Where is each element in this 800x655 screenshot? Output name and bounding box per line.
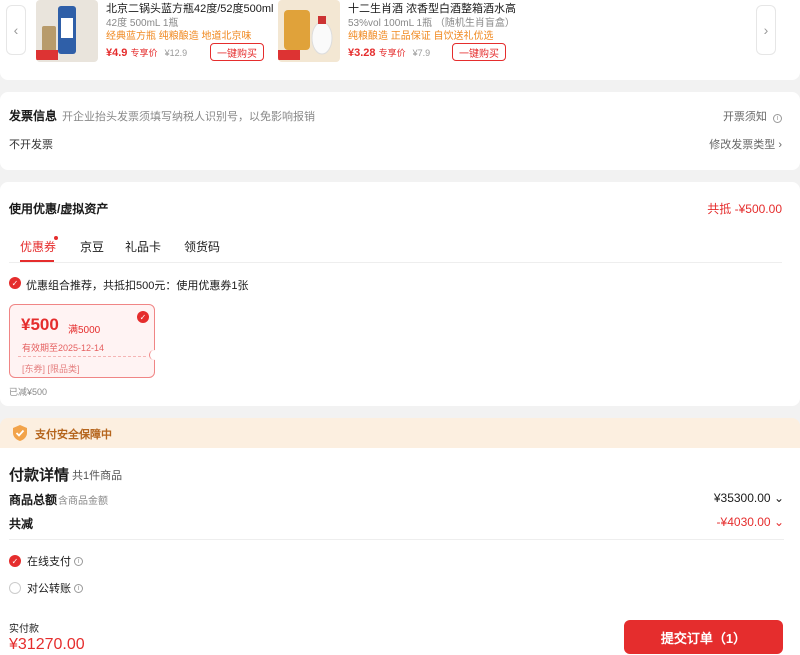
product-price: ¥4.9 专享价 ¥12.9 (106, 46, 187, 59)
tab-coupons[interactable]: 优惠券 (20, 238, 56, 255)
new-dot (54, 236, 58, 240)
product-image[interactable] (36, 0, 98, 62)
divider (9, 539, 784, 540)
radio-selected-icon: ✓ (9, 555, 21, 567)
invoice-notice-label: 开票须知 (722, 111, 767, 123)
paid-value: ¥31270.00 (9, 636, 85, 653)
original-price: ¥12.9 (164, 48, 188, 58)
goods-total-amount: ¥35300.00 (713, 491, 771, 505)
modify-invoice-label: 修改发票类型 (709, 139, 776, 151)
recommended-products: ‹ 北京二锅头蓝方瓶42度/52度500ml 42度 500mL 1瓶 经典蓝方… (0, 0, 800, 80)
product-tags: 纯粮酿造 正品保证 自饮送礼优选 (348, 31, 494, 42)
chevron-left-icon: ‹ (13, 22, 19, 38)
coupon-notch (149, 350, 159, 360)
submit-order-button[interactable]: 提交订单（1） (624, 620, 783, 654)
check-icon[interactable]: ✓ (9, 277, 21, 289)
coupon-amount: ¥500 (21, 315, 59, 334)
tab-gift-cards[interactable]: 礼品卡 (125, 238, 161, 255)
discount-label: 共减 (9, 517, 34, 531)
discount-value[interactable]: -¥4030.00 ⌄ (717, 515, 784, 529)
invoice-section: 发票信息 开企业抬头发票须填写纳税人识别号，以免影响报销 开票须知 i 不开发票… (0, 92, 800, 170)
invoice-status: 不开发票 (9, 139, 53, 151)
total-deduction: 共抵 -¥500.00 (707, 202, 782, 216)
info-icon[interactable]: i (74, 556, 83, 566)
prev-arrow-button[interactable]: ‹ (6, 5, 26, 55)
chevron-right-icon: › (763, 22, 769, 38)
security-text: 支付安全保障中 (35, 429, 112, 441)
coupon-divider (18, 356, 146, 357)
invoice-notice-link[interactable]: 开票须知 i (723, 108, 782, 124)
coupons-title: 使用优惠/虚拟资产 (9, 202, 109, 216)
paid-label: 实付款 (9, 624, 39, 635)
pay-option-online[interactable]: ✓ 在线支付 i (9, 553, 83, 569)
item-count: 共1件商品 (72, 470, 123, 482)
info-icon: i (773, 114, 782, 123)
original-price: ¥7.9 (412, 48, 431, 58)
goods-total-sub: 含商品金额 (58, 496, 108, 507)
info-icon[interactable]: i (74, 583, 83, 593)
invoice-title: 发票信息 (9, 109, 58, 123)
tab-redeem-codes[interactable]: 领货码 (184, 238, 220, 255)
coupon-card[interactable]: ¥500 满5000 ✓ 有效期至2025-12-14 [东券] [限品类] (9, 304, 159, 378)
product-card[interactable]: 北京二锅头蓝方瓶42度/52度500ml 42度 500mL 1瓶 经典蓝方瓶 … (36, 0, 286, 64)
price-label: 专享价 (130, 48, 158, 58)
next-arrow-button[interactable]: › (756, 5, 776, 55)
price-label: 专享价 (378, 48, 406, 58)
payment-title: 付款详情 (9, 467, 70, 484)
tab-jd-beans[interactable]: 京豆 (80, 238, 104, 255)
goods-total-value[interactable]: ¥35300.00 ⌄ (714, 491, 784, 505)
one-click-buy-button[interactable]: 一键购买 (452, 43, 506, 61)
price-value: ¥3.28 (348, 47, 376, 59)
coupon-tags: [东券] [限品类] (22, 364, 80, 374)
combo-recommendation: 优惠组合推荐，共抵扣500元：使用优惠券1张 (26, 280, 249, 292)
reduced-amount: 已减¥500 (9, 387, 48, 397)
security-banner: 支付安全保障中 (0, 418, 800, 448)
shield-icon (11, 424, 29, 442)
active-tab-indicator (20, 260, 54, 262)
price-value: ¥4.9 (106, 47, 128, 59)
pay-option-label: 对公转账 (27, 583, 71, 595)
modify-invoice-type-link[interactable]: 修改发票类型 › (709, 136, 782, 152)
pay-option-corporate[interactable]: 对公转账 i (9, 580, 83, 596)
chevron-down-icon: ⌄ (773, 515, 784, 529)
radio-icon (9, 582, 21, 594)
product-card[interactable]: 十二生肖酒 浓香型白酒整箱酒水高 53%vol 100mL 1瓶 （随机生肖盲盒… (278, 0, 528, 64)
invoice-hint: 开企业抬头发票须填写纳税人识别号，以免影响报销 (62, 111, 315, 123)
chevron-right-icon: › (778, 139, 782, 151)
product-price: ¥3.28 专享价 ¥7.9 (348, 46, 430, 59)
payment-section: 付款详情 共1件商品 商品总额 含商品金额 ¥35300.00 ⌄ 共减 -¥4… (0, 448, 800, 655)
coupon-expiry: 有效期至2025-12-14 (22, 343, 105, 353)
discount-amount: -¥4030.00 (716, 515, 771, 529)
goods-total-label: 商品总额 (9, 493, 58, 507)
coupon-selected-check-icon[interactable]: ✓ (137, 311, 149, 323)
tab-divider (9, 262, 782, 263)
one-click-buy-button[interactable]: 一键购买 (210, 43, 264, 61)
product-tags: 经典蓝方瓶 纯粮酿造 地道北京味 (106, 31, 252, 42)
pay-option-label: 在线支付 (27, 556, 71, 568)
coupon-condition: 满5000 (68, 325, 101, 336)
coupons-section: 使用优惠/虚拟资产 共抵 -¥500.00 优惠券 京豆 礼品卡 领货码 ✓ 优… (0, 182, 800, 406)
chevron-down-icon: ⌄ (773, 491, 784, 505)
product-image[interactable] (278, 0, 340, 62)
